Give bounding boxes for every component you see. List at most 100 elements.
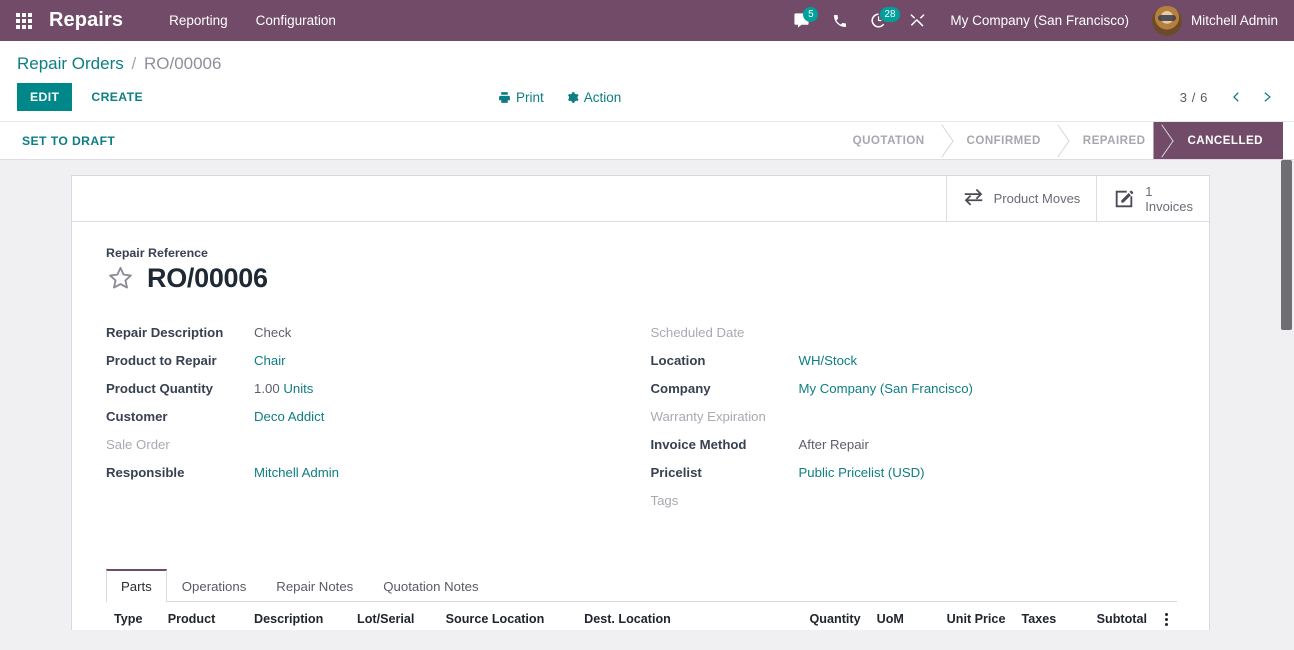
value-company[interactable]: My Company (San Francisco) xyxy=(799,381,973,396)
repair-reference-label: Repair Reference xyxy=(106,246,208,260)
product-quantity-number: 1.00 xyxy=(254,381,280,396)
app-brand-repairs[interactable]: Repairs xyxy=(49,9,123,32)
pager-previous-button[interactable] xyxy=(1224,88,1250,106)
value-customer[interactable]: Deco Addict xyxy=(254,409,324,424)
menu-reporting[interactable]: Reporting xyxy=(155,3,242,38)
create-button[interactable]: CREATE xyxy=(78,83,156,111)
print-dropdown[interactable]: Print xyxy=(498,90,544,105)
status-step-repaired[interactable]: REPAIRED xyxy=(1058,122,1164,159)
tab-operations[interactable]: Operations xyxy=(167,569,262,602)
column-subtotal[interactable]: Subtotal xyxy=(1074,602,1155,630)
pager-next-button[interactable] xyxy=(1254,88,1280,106)
column-quantity[interactable]: Quantity xyxy=(787,602,869,630)
label-repair-description: Repair Description xyxy=(106,325,224,340)
navbar-menus: Reporting Configuration xyxy=(155,3,350,38)
record-sheet: Product Moves 1 Invoices Repair Referenc… xyxy=(71,175,1210,630)
tab-quotation-notes[interactable]: Quotation Notes xyxy=(368,569,493,602)
control-panel-actions: EDIT CREATE Print Action 3 / 6 xyxy=(0,74,1294,121)
breadcrumb-separator: / xyxy=(131,54,137,73)
phone-button[interactable] xyxy=(821,7,859,35)
status-step-quotation[interactable]: QUOTATION xyxy=(828,122,943,159)
sheet-body: Repair Reference RO/00006 Repair Descrip… xyxy=(72,222,1209,630)
printer-icon xyxy=(499,91,510,103)
column-uom[interactable]: UoM xyxy=(868,602,924,630)
vertical-scrollbar-thumb[interactable] xyxy=(1281,160,1292,330)
label-scheduled-date: Scheduled Date xyxy=(650,325,745,340)
label-company: Company xyxy=(650,381,711,396)
field-row-sale-order: Sale Order xyxy=(106,437,642,465)
set-to-draft-button[interactable]: SET TO DRAFT xyxy=(0,122,129,159)
messaging-menu-button[interactable]: 5 xyxy=(782,6,821,35)
status-step-cancelled[interactable]: CANCELLED xyxy=(1163,122,1283,159)
smart-button-product-moves-text: Product Moves xyxy=(994,191,1081,206)
smart-button-invoices-text: 1 Invoices xyxy=(1145,184,1193,214)
vertical-scrollbar[interactable] xyxy=(1279,160,1294,630)
column-source-location[interactable]: Source Location xyxy=(437,602,577,630)
systray: 5 28 My Company (San Francisco) Mitchell… xyxy=(782,2,1280,40)
top-navbar: Repairs Reporting Configuration 5 28 My … xyxy=(0,0,1294,41)
column-product[interactable]: Product xyxy=(159,602,247,630)
exchange-arrows-icon xyxy=(964,188,982,206)
company-switcher[interactable]: My Company (San Francisco) xyxy=(937,3,1142,38)
optional-columns-toggle[interactable] xyxy=(1155,602,1177,630)
avatar xyxy=(1151,5,1182,36)
field-row-repair-description: Repair Description Check xyxy=(106,325,642,353)
form-view-content: Product Moves 1 Invoices Repair Referenc… xyxy=(0,160,1294,630)
pager-value: 3 / 6 xyxy=(1179,89,1208,105)
activities-badge: 28 xyxy=(880,7,900,22)
column-taxes[interactable]: Taxes xyxy=(1013,602,1075,630)
column-description[interactable]: Description xyxy=(246,602,350,630)
label-sale-order: Sale Order xyxy=(106,437,170,452)
pager: 3 / 6 xyxy=(1180,88,1280,106)
breadcrumb-repair-orders[interactable]: Repair Orders xyxy=(17,54,124,73)
sheet-wrapper: Product Moves 1 Invoices Repair Referenc… xyxy=(0,175,1294,630)
value-repair-description[interactable]: Check xyxy=(254,325,291,340)
menu-configuration[interactable]: Configuration xyxy=(242,3,350,38)
value-pricelist[interactable]: Public Pricelist (USD) xyxy=(799,465,925,480)
apps-menu-button[interactable] xyxy=(10,7,38,35)
value-location[interactable]: WH/Stock xyxy=(799,353,858,368)
value-product-quantity[interactable]: 1.00 Units xyxy=(254,381,313,396)
field-row-customer: Customer Deco Addict xyxy=(106,409,642,437)
activities-menu-button[interactable]: 28 xyxy=(859,6,900,35)
favorite-star-button[interactable] xyxy=(106,264,135,293)
column-dest-location[interactable]: Dest. Location xyxy=(576,602,788,630)
smart-button-product-moves-label: Product Moves xyxy=(993,191,1081,206)
breadcrumb-current-record: RO/00006 xyxy=(143,54,222,73)
gear-icon xyxy=(567,91,579,103)
form-columns: Repair Description Check Product to Repa… xyxy=(106,325,1177,521)
field-row-product-quantity: Product Quantity 1.00 Units xyxy=(106,381,642,409)
field-row-scheduled-date: Scheduled Date xyxy=(651,325,1178,353)
product-quantity-uom[interactable]: Units xyxy=(283,381,313,396)
label-tags: Tags xyxy=(650,493,679,508)
tab-repair-notes[interactable]: Repair Notes xyxy=(261,569,368,602)
smart-button-invoices[interactable]: 1 Invoices xyxy=(1096,176,1209,221)
column-type[interactable]: Type xyxy=(106,602,160,630)
apps-grid-icon xyxy=(16,12,32,29)
label-product-quantity: Product Quantity xyxy=(106,381,213,396)
column-unit-price[interactable]: Unit Price xyxy=(923,602,1014,630)
form-column-left: Repair Description Check Product to Repa… xyxy=(106,325,642,521)
column-lot-serial[interactable]: Lot/Serial xyxy=(349,602,438,630)
value-responsible[interactable]: Mitchell Admin xyxy=(254,465,339,480)
smart-button-product-moves[interactable]: Product Moves xyxy=(945,176,1097,221)
field-row-invoice-method: Invoice Method After Repair xyxy=(651,437,1178,465)
smart-button-invoices-label: Invoices xyxy=(1145,198,1193,214)
field-row-responsible: Responsible Mitchell Admin xyxy=(106,465,642,493)
smart-button-invoices-count: 1 xyxy=(1145,183,1153,199)
value-product-to-repair[interactable]: Chair xyxy=(254,353,286,368)
user-menu[interactable]: Mitchell Admin xyxy=(1142,2,1280,40)
action-dropdown[interactable]: Action xyxy=(566,90,621,105)
breadcrumb: Repair Orders / RO/00006 xyxy=(0,41,1294,74)
developer-tools-button[interactable] xyxy=(898,6,937,35)
label-invoice-method: Invoice Method xyxy=(650,437,747,452)
field-row-warranty-expiration: Warranty Expiration xyxy=(651,409,1178,437)
status-step-confirmed[interactable]: CONFIRMED xyxy=(942,122,1059,159)
tab-parts[interactable]: Parts xyxy=(106,569,167,602)
label-location: Location xyxy=(650,353,706,368)
value-invoice-method[interactable]: After Repair xyxy=(799,437,869,452)
statusbar: SET TO DRAFT QUOTATION CONFIRMED REPAIRE… xyxy=(0,121,1294,160)
edit-button[interactable]: EDIT xyxy=(17,83,73,111)
parts-table: Type Product Description Lot/Serial Sour… xyxy=(106,602,1177,630)
field-row-location: Location WH/Stock xyxy=(651,353,1178,381)
